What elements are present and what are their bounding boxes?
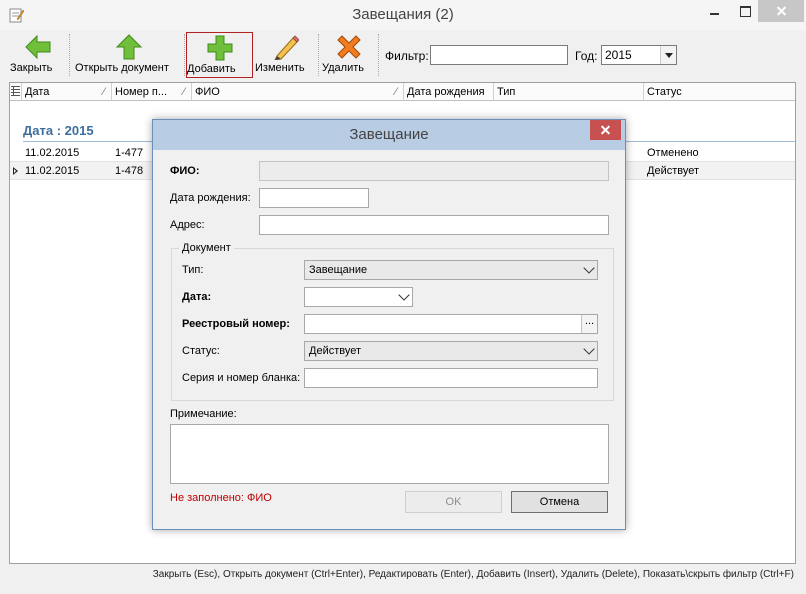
blank-series-label: Серия и номер бланка: (182, 372, 301, 384)
ok-button[interactable]: OK (405, 491, 502, 513)
dialog-close-button[interactable] (590, 120, 621, 140)
chevron-down-icon (583, 343, 595, 355)
type-value: Завещание (309, 264, 368, 276)
note-label: Примечание: (170, 408, 237, 420)
current-row-indicator-icon (13, 167, 18, 175)
chevron-down-icon (583, 262, 595, 274)
cell-date: 11.02.2015 (25, 147, 80, 159)
registry-number-field[interactable]: ... (304, 314, 598, 334)
dialog-body: ФИО: Дата рождения: Адрес: Документ Тип:… (159, 150, 619, 525)
delete-button[interactable]: Удалить (322, 32, 376, 78)
type-label: Тип: (182, 264, 204, 276)
toolbar-separator (69, 34, 70, 76)
edit-button-label: Изменить (255, 62, 305, 74)
maximize-button[interactable] (730, 0, 760, 22)
will-dialog: Завещание ФИО: Дата рождения: Адрес: Док… (152, 119, 626, 530)
type-select[interactable]: Завещание (304, 260, 598, 280)
edit-button[interactable]: Изменить (255, 32, 315, 78)
window-title: Завещания (2) (352, 6, 454, 23)
column-header-number[interactable]: Номер п... ⁄ (112, 83, 192, 101)
registry-browse-button[interactable]: ... (581, 315, 597, 333)
status-value: Действует (309, 345, 362, 357)
column-header-fio[interactable]: ФИО ⁄ (192, 83, 404, 101)
toolbar: Закрыть Открыть документ Добавить Измени… (0, 30, 806, 80)
group-header-year[interactable]: Дата : 2015 (23, 123, 94, 138)
delete-cross-icon (337, 35, 361, 59)
arrow-up-icon (115, 34, 143, 60)
pencil-icon (274, 35, 299, 60)
note-textarea[interactable] (170, 424, 609, 484)
toolbar-separator (184, 34, 185, 76)
birth-date-label: Дата рождения: (170, 192, 251, 204)
date-label: Дата: (182, 291, 212, 303)
delete-button-label: Удалить (322, 62, 364, 74)
add-button-label: Добавить (187, 63, 236, 75)
arrow-left-icon (25, 34, 51, 60)
column-chooser-icon[interactable] (10, 83, 22, 101)
column-header-date[interactable]: Дата ⁄ (22, 83, 112, 101)
dialog-title: Завещание (153, 120, 625, 150)
grid-header: Дата ⁄ Номер п... ⁄ ФИО ⁄ Дата рождения Тип… (10, 83, 795, 101)
registry-number-label: Реестровый номер: (182, 318, 290, 330)
column-header-birth-date[interactable]: Дата рождения (404, 83, 494, 101)
add-button[interactable]: Добавить (186, 32, 253, 78)
open-document-label: Открыть документ (75, 62, 169, 74)
cell-date: 11.02.2015 (25, 165, 80, 177)
close-button[interactable]: Закрыть (10, 32, 66, 78)
cell-status: Отменено (647, 147, 699, 159)
status-select[interactable]: Действует (304, 341, 598, 361)
toolbar-separator (378, 34, 379, 76)
status-label: Статус: (182, 345, 220, 357)
validation-warning: Не заполнено: ФИО (170, 492, 272, 504)
close-window-button[interactable] (758, 0, 804, 22)
filter-label: Фильтр: (385, 49, 429, 63)
document-group-title: Документ (179, 242, 234, 254)
fio-field[interactable] (259, 161, 609, 181)
open-document-button[interactable]: Открыть документ (75, 32, 183, 78)
address-field[interactable] (259, 215, 609, 235)
filter-input[interactable] (430, 45, 568, 65)
cancel-button[interactable]: Отмена (511, 491, 608, 513)
blank-series-field[interactable] (304, 368, 598, 388)
birth-date-field[interactable] (259, 188, 369, 208)
toolbar-separator (318, 34, 319, 76)
dropdown-arrow-icon[interactable] (660, 46, 676, 64)
shortcut-hint-bar: Закрыть (Esc), Открыть документ (Ctrl+En… (152, 569, 794, 580)
year-value: 2015 (605, 48, 632, 62)
column-header-type[interactable]: Тип (494, 83, 644, 101)
minimize-button[interactable] (700, 0, 730, 22)
close-button-label: Закрыть (10, 62, 53, 74)
window-titlebar: Завещания (2) (0, 0, 806, 30)
year-label: Год: (575, 49, 598, 63)
plus-icon (207, 35, 232, 61)
column-header-status[interactable]: Статус (644, 83, 795, 101)
year-select[interactable]: 2015 (601, 45, 677, 65)
address-label: Адрес: (170, 219, 205, 231)
chevron-down-icon (398, 289, 410, 301)
date-picker[interactable] (304, 287, 413, 307)
cell-status: Действует (647, 165, 700, 177)
fio-label: ФИО: (170, 165, 200, 177)
